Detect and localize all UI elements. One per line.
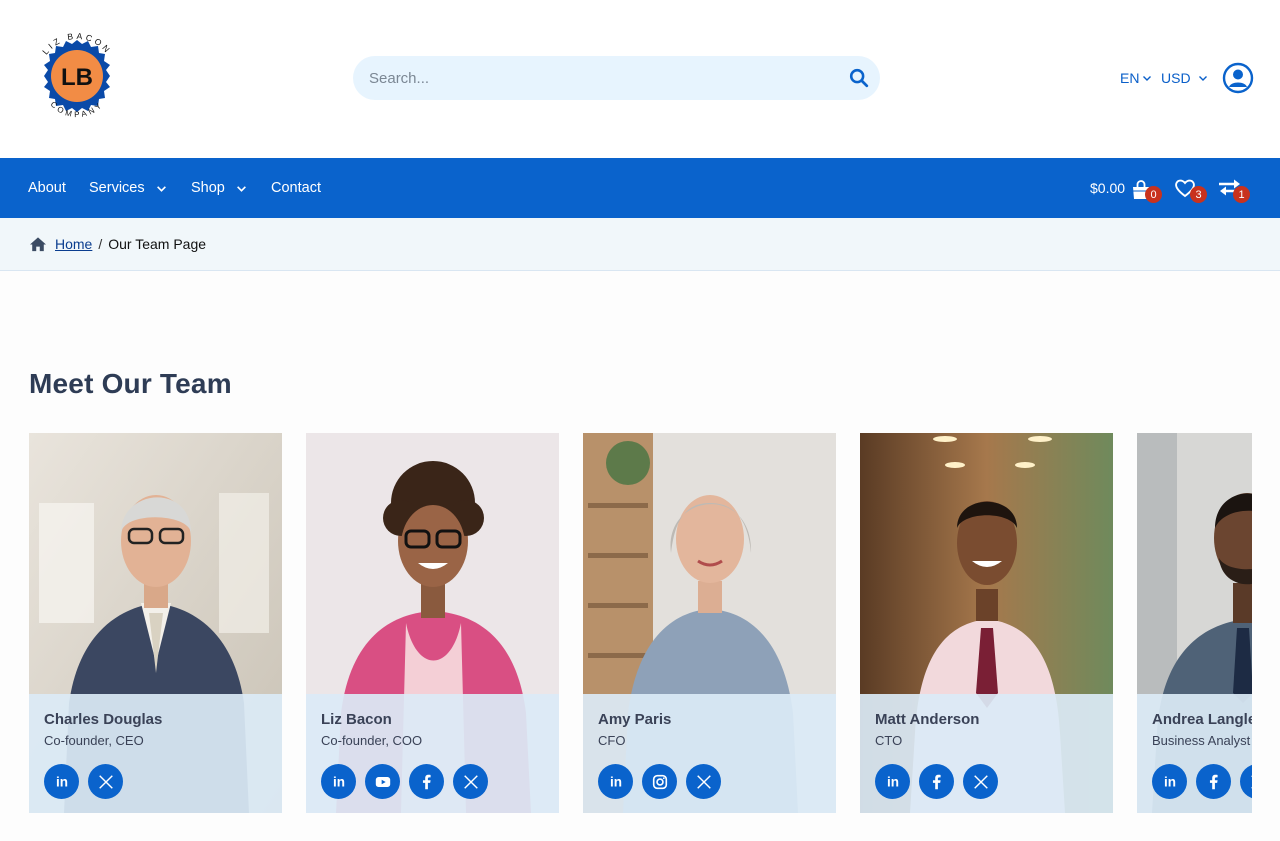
x-icon[interactable] [686, 764, 721, 799]
member-socials: in [598, 764, 721, 799]
linkedin-icon[interactable]: in [321, 764, 356, 799]
member-role: Co-founder, CEO [44, 733, 144, 748]
breadcrumb-separator: / [98, 236, 103, 252]
language-label: EN [1120, 70, 1140, 86]
member-socials: in [321, 764, 488, 799]
member-info: Amy Paris CFO in [583, 694, 836, 813]
currency-label: USD [1161, 70, 1191, 86]
language-selector[interactable]: EN [1120, 70, 1152, 86]
chevron-down-icon [236, 185, 246, 192]
linkedin-icon[interactable]: in [44, 764, 79, 799]
member-name: Andrea Langley [1152, 711, 1252, 728]
team-carousel[interactable]: Charles Douglas Co-founder, CEO in Liz B… [29, 433, 1252, 813]
svg-text:LB: LB [61, 64, 93, 91]
chevron-down-icon [1198, 76, 1207, 81]
nav-item-label: Shop [191, 180, 225, 196]
page-title: Meet Our Team [29, 368, 232, 399]
svg-text:in: in [333, 774, 345, 789]
svg-text:in: in [1164, 774, 1176, 789]
team-member-card: Matt Anderson CTO in [860, 433, 1113, 813]
facebook-icon[interactable] [919, 764, 954, 799]
nav-item-label: Contact [271, 180, 321, 196]
breadcrumb: Home / Our Team Page [0, 218, 1280, 271]
x-icon[interactable] [88, 764, 123, 799]
member-role: Business Analyst [1152, 733, 1251, 748]
nav-item-contact[interactable]: Contact [271, 158, 321, 218]
chevron-down-icon [156, 185, 166, 192]
member-socials: in [1152, 764, 1252, 799]
breadcrumb-home-link[interactable]: Home [55, 236, 92, 252]
member-info: Andrea Langley Business Analyst in [1137, 694, 1252, 813]
company-logo[interactable]: LB LIZ BACON COMPANY [32, 30, 122, 122]
team-member-card: Charles Douglas Co-founder, CEO in [29, 433, 282, 813]
member-socials: in [44, 764, 123, 799]
member-role: CTO [875, 733, 903, 748]
member-name: Matt Anderson [875, 711, 980, 728]
svg-text:in: in [887, 774, 899, 789]
wishlist-count-badge: 3 [1190, 186, 1207, 203]
nav-item-services[interactable]: Services [89, 158, 167, 218]
member-socials: in [875, 764, 998, 799]
member-info: Liz Bacon Co-founder, COO in [306, 694, 559, 813]
nav-item-about[interactable]: About [28, 158, 66, 218]
account-icon[interactable] [1222, 62, 1254, 94]
nav-item-shop[interactable]: Shop [191, 158, 247, 218]
compare-count-badge: 1 [1233, 186, 1250, 203]
member-name: Liz Bacon [321, 711, 392, 728]
breadcrumb-current: Our Team Page [108, 236, 207, 252]
member-name: Amy Paris [598, 711, 672, 728]
chevron-down-icon [1143, 76, 1152, 81]
member-role: CFO [598, 733, 626, 748]
nav-item-label: Services [89, 180, 145, 196]
currency-selector[interactable]: USD [1161, 70, 1208, 86]
member-role: Co-founder, COO [321, 733, 423, 748]
instagram-icon[interactable] [642, 764, 677, 799]
linkedin-icon[interactable]: in [1152, 764, 1187, 799]
linkedin-icon[interactable]: in [598, 764, 633, 799]
search-icon[interactable] [848, 67, 870, 89]
site-header: LB LIZ BACON COMPANY EN USD [0, 0, 1280, 158]
youtube-icon[interactable] [365, 764, 400, 799]
team-member-card: Amy Paris CFO in [583, 433, 836, 813]
facebook-icon[interactable] [1196, 764, 1231, 799]
home-icon[interactable] [29, 236, 47, 252]
wishlist-button[interactable]: 3 [1173, 176, 1207, 206]
x-icon[interactable] [963, 764, 998, 799]
team-member-card: Liz Bacon Co-founder, COO in [306, 433, 559, 813]
linkedin-icon[interactable]: in [875, 764, 910, 799]
member-info: Matt Anderson CTO in [860, 694, 1113, 813]
member-info: Charles Douglas Co-founder, CEO in [29, 694, 282, 813]
compare-button[interactable]: 1 [1217, 176, 1251, 206]
svg-text:in: in [610, 774, 622, 789]
member-name: Charles Douglas [44, 711, 163, 728]
cart-count-badge: 0 [1145, 186, 1162, 203]
facebook-icon[interactable] [409, 764, 444, 799]
main-nav: About Services Shop Contact $0.00 [0, 158, 1280, 218]
search-input[interactable] [369, 56, 839, 100]
x-icon[interactable] [1240, 764, 1252, 799]
cart-button[interactable]: 0 [1129, 176, 1163, 206]
svg-text:in: in [56, 774, 68, 789]
search-bar [353, 56, 880, 100]
team-member-card: Andrea Langley Business Analyst in [1137, 433, 1252, 813]
nav-item-label: About [28, 180, 66, 196]
cart-total[interactable]: $0.00 [1090, 158, 1125, 218]
x-icon[interactable] [453, 764, 488, 799]
